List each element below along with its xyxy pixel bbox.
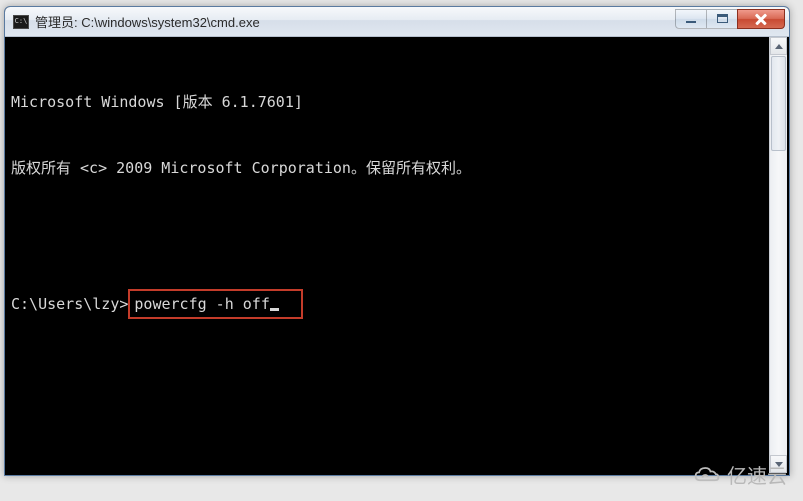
window-title: 管理员: C:\windows\system32\cmd.exe (35, 12, 676, 31)
arrow-up-icon (775, 44, 783, 49)
cmd-window: 管理员: C:\windows\system32\cmd.exe Microso… (4, 6, 790, 476)
terminal-prompt: C:\Users\lzy> (11, 293, 128, 315)
minimize-button[interactable] (675, 9, 707, 29)
cursor (270, 308, 279, 311)
scroll-thumb[interactable] (771, 56, 786, 151)
window-controls (676, 9, 785, 31)
vertical-scrollbar[interactable] (769, 37, 787, 473)
cloud-icon (693, 464, 721, 486)
watermark-text: 亿速云 (727, 460, 787, 489)
command-highlight: powercfg -h off (128, 289, 303, 319)
scroll-up-button[interactable] (770, 37, 787, 55)
terminal-prompt-line: C:\Users\lzy> powercfg -h off (11, 289, 783, 319)
terminal-command: powercfg -h off (134, 295, 269, 313)
maximize-icon (717, 14, 728, 23)
terminal-line-version: Microsoft Windows [版本 6.1.7601] (11, 91, 783, 113)
close-icon (755, 13, 767, 25)
titlebar[interactable]: 管理员: C:\windows\system32\cmd.exe (5, 7, 789, 37)
maximize-button[interactable] (706, 9, 738, 29)
terminal-line-copyright: 版权所有 <c> 2009 Microsoft Corporation。保留所有… (11, 157, 783, 179)
close-button[interactable] (737, 9, 785, 29)
terminal-blank-line (11, 223, 783, 245)
cmd-icon (13, 15, 29, 29)
terminal-area[interactable]: Microsoft Windows [版本 6.1.7601] 版权所有 <c>… (5, 37, 789, 475)
minimize-icon (686, 20, 696, 23)
watermark: 亿速云 (693, 460, 787, 489)
